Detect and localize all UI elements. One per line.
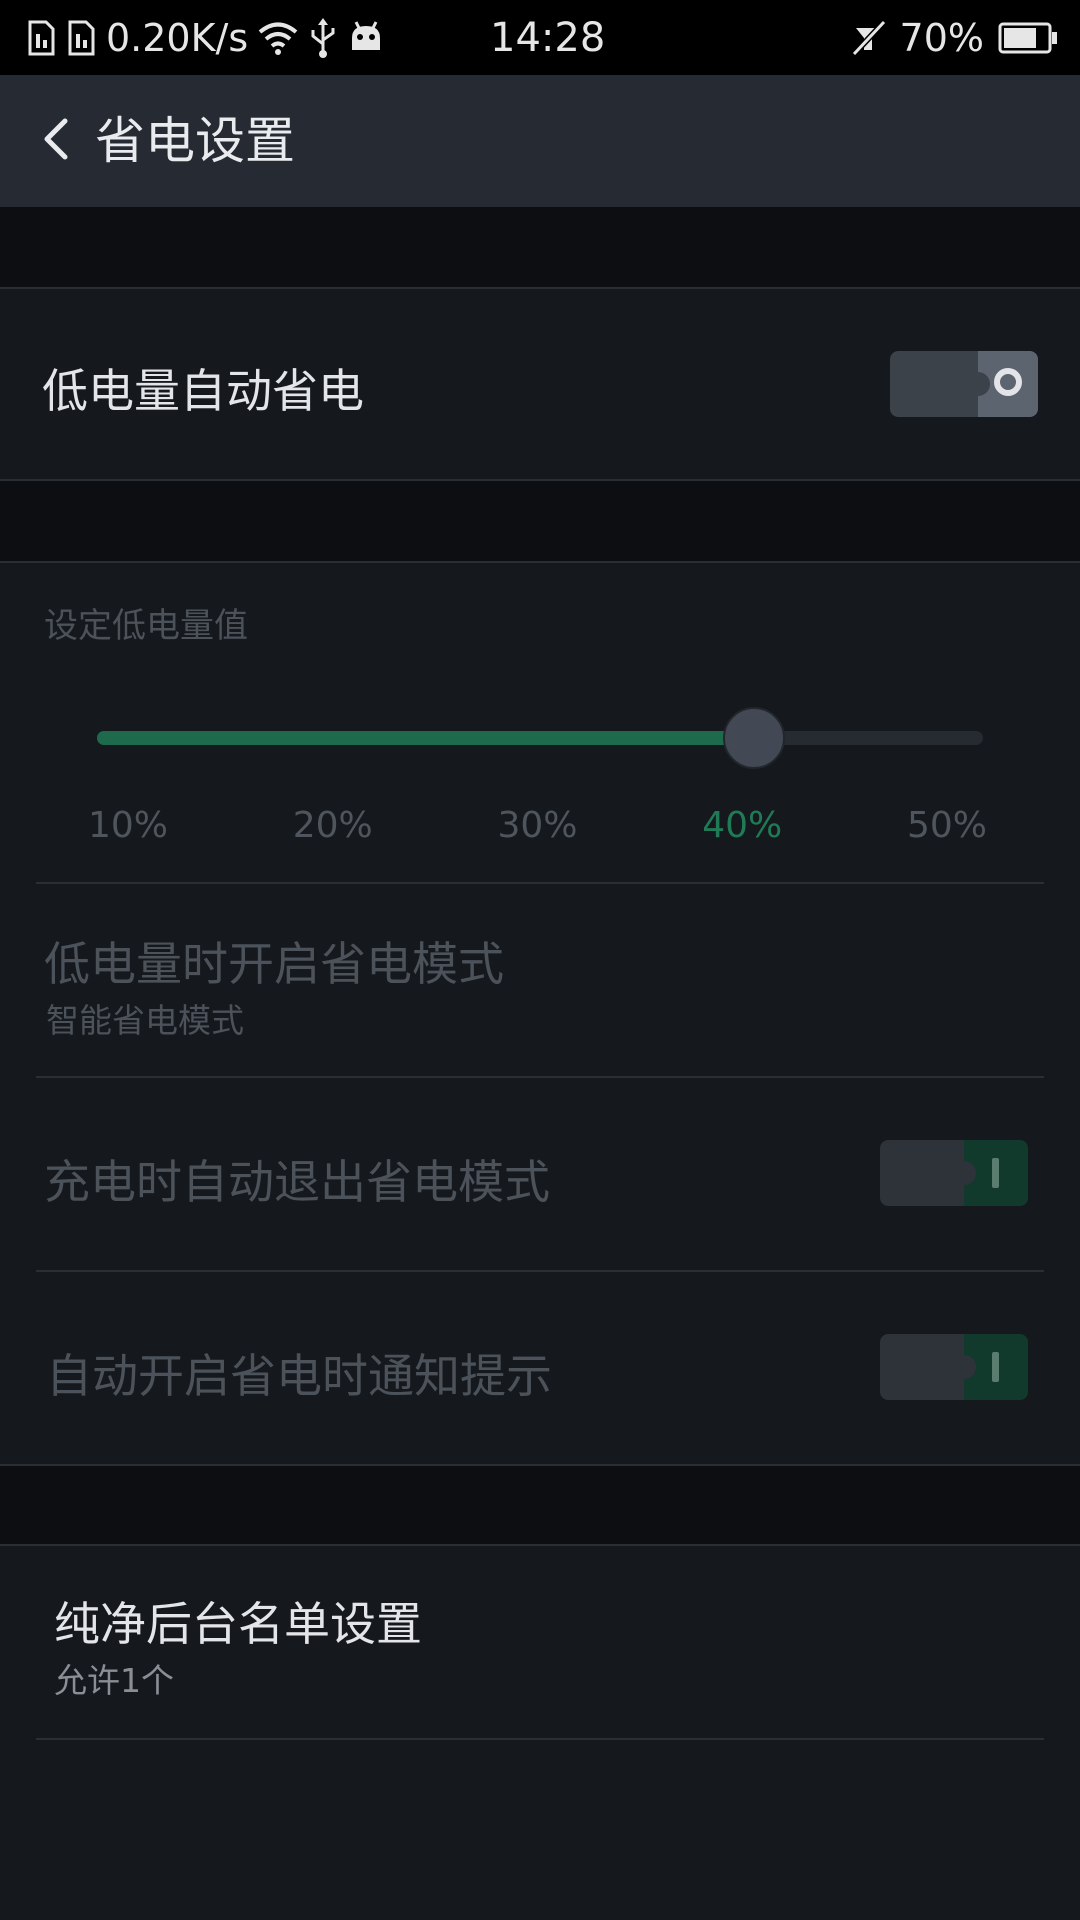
sim-card-icon: [66, 20, 96, 56]
android-icon: [348, 20, 384, 56]
threshold-option[interactable]: 10%: [88, 805, 168, 846]
threshold-option[interactable]: 50%: [907, 805, 987, 846]
whitelist-label: 纯净后台名单设置: [54, 1597, 422, 1651]
section-gap: [0, 207, 1080, 287]
sim-card-icon: [26, 20, 56, 56]
battery-percent: 70%: [899, 15, 984, 60]
chevron-left-icon: [41, 117, 71, 165]
low-battery-auto-row[interactable]: 低电量自动省电: [0, 289, 1080, 479]
status-bar: 0.20K/s 14:28 70%: [0, 0, 1080, 75]
whitelist-value: 允许1个: [54, 1661, 174, 1700]
app-header: 省电设置: [0, 75, 1080, 207]
wifi-icon: [258, 21, 298, 55]
mode-row-value: 智能省电模式: [46, 1001, 244, 1040]
clock: 14:28: [490, 14, 606, 61]
page-title: 省电设置: [95, 112, 295, 170]
threshold-option[interactable]: 20%: [293, 805, 373, 846]
notify-toggle[interactable]: [880, 1334, 1028, 1400]
section-gap: [0, 481, 1080, 561]
charge-exit-label: 充电时自动退出省电模式: [44, 1155, 550, 1209]
back-button[interactable]: [26, 111, 86, 171]
charge-exit-toggle[interactable]: [880, 1140, 1028, 1206]
usb-icon: [308, 17, 338, 58]
notify-label: 自动开启省电时通知提示: [46, 1349, 552, 1403]
mode-row[interactable]: 低电量时开启省电模式 智能省电模式: [0, 884, 1080, 1076]
charge-exit-row[interactable]: 充电时自动退出省电模式: [0, 1078, 1080, 1270]
threshold-slider-fill: [97, 731, 754, 745]
threshold-label: 设定低电量值: [44, 606, 248, 646]
mode-row-label: 低电量时开启省电模式: [44, 937, 504, 991]
section-gap: [0, 1466, 1080, 1544]
battery-icon: [998, 21, 1058, 55]
low-battery-auto-toggle[interactable]: [890, 351, 1038, 417]
threshold-option[interactable]: 30%: [497, 805, 577, 846]
low-battery-auto-label: 低电量自动省电: [42, 364, 364, 418]
divider: [0, 561, 1080, 563]
notify-row[interactable]: 自动开启省电时通知提示: [0, 1272, 1080, 1464]
mute-icon: [850, 19, 886, 56]
threshold-slider-thumb[interactable]: [723, 707, 785, 769]
divider: [36, 1738, 1044, 1740]
net-speed: 0.20K/s: [106, 15, 249, 60]
whitelist-row[interactable]: 纯净后台名单设置 允许1个: [0, 1546, 1080, 1738]
threshold-option[interactable]: 40%: [702, 805, 782, 846]
